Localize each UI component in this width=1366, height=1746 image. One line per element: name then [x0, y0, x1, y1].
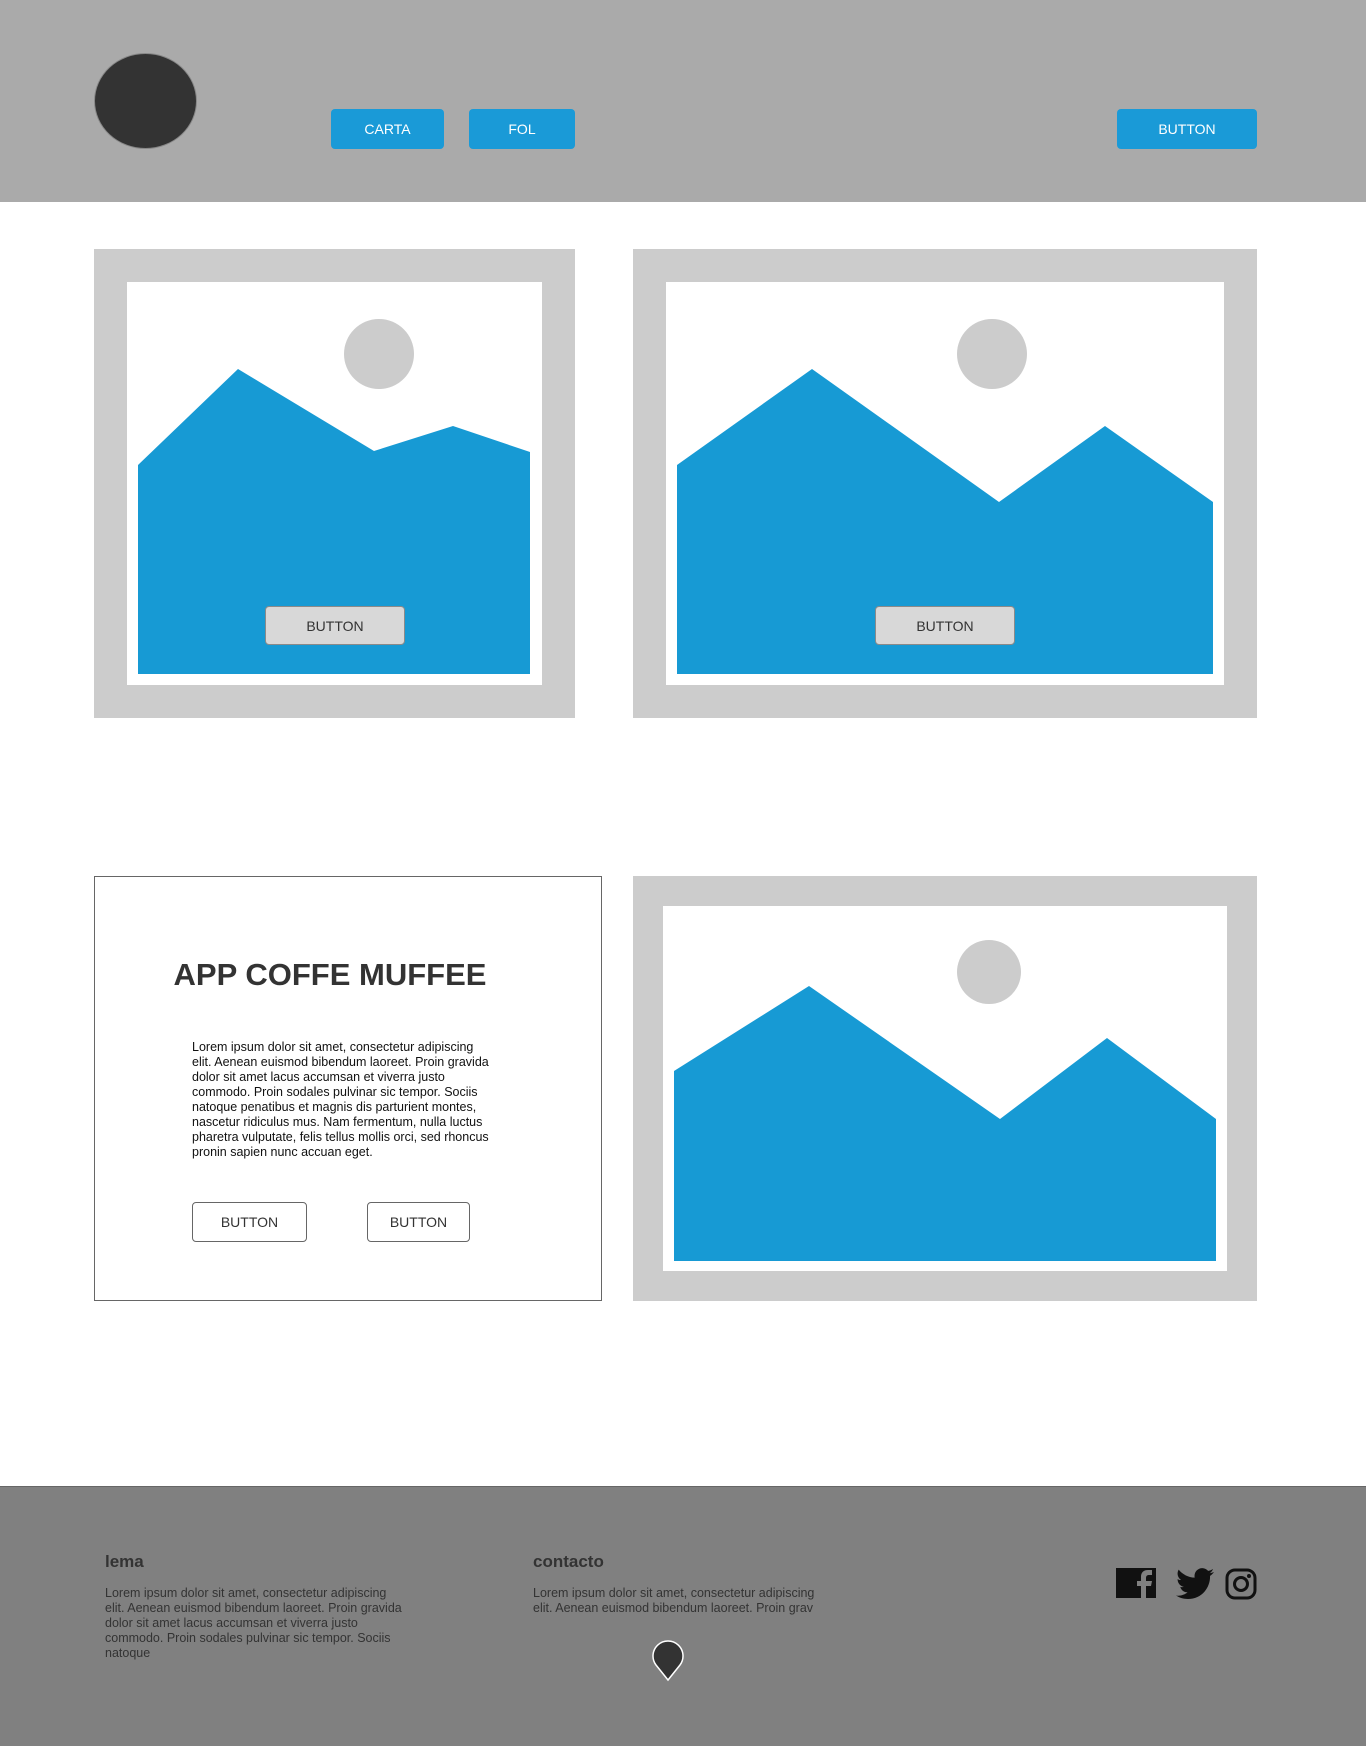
image-card-2: BUTTON: [633, 249, 1257, 718]
feature-title: APP COFFE MUFFEE: [173, 957, 487, 992]
footer-contacto-heading: contacto: [533, 1552, 604, 1571]
nav-carta-button[interactable]: CARTA: [331, 109, 444, 149]
logo[interactable]: [94, 53, 197, 149]
site-footer: lema Lorem ipsum dolor sit amet, consect…: [0, 1486, 1366, 1746]
image-card-3: [633, 876, 1257, 1301]
image-placeholder: [663, 906, 1227, 1271]
feature-button-1[interactable]: BUTTON: [192, 1202, 307, 1242]
footer-lema-text: Lorem ipsum dolor sit amet, consectetur …: [105, 1586, 402, 1660]
footer-lema-heading: lema: [105, 1552, 144, 1571]
feature-button-2[interactable]: BUTTON: [367, 1202, 470, 1242]
location-pin-icon[interactable]: [651, 1640, 685, 1682]
card-1-button[interactable]: BUTTON: [265, 606, 405, 645]
landscape-image-icon: [674, 940, 1216, 1261]
nav-fol-button[interactable]: FOL: [469, 109, 575, 149]
footer-contacto-text: Lorem ipsum dolor sit amet, consectetur …: [533, 1586, 815, 1615]
image-card-1: BUTTON: [94, 249, 575, 718]
header-action-button[interactable]: BUTTON: [1117, 109, 1257, 149]
site-header: CARTA FOL BUTTON: [0, 0, 1366, 202]
feature-panel: APP COFFE MUFFEE Lorem ipsum dolor sit a…: [94, 876, 602, 1301]
card-2-button[interactable]: BUTTON: [875, 606, 1015, 645]
feature-body: Lorem ipsum dolor sit amet, consectetur …: [192, 1040, 489, 1159]
instagram-icon[interactable]: [1225, 1568, 1257, 1600]
facebook-icon[interactable]: [1116, 1568, 1156, 1598]
twitter-icon[interactable]: [1176, 1568, 1214, 1600]
